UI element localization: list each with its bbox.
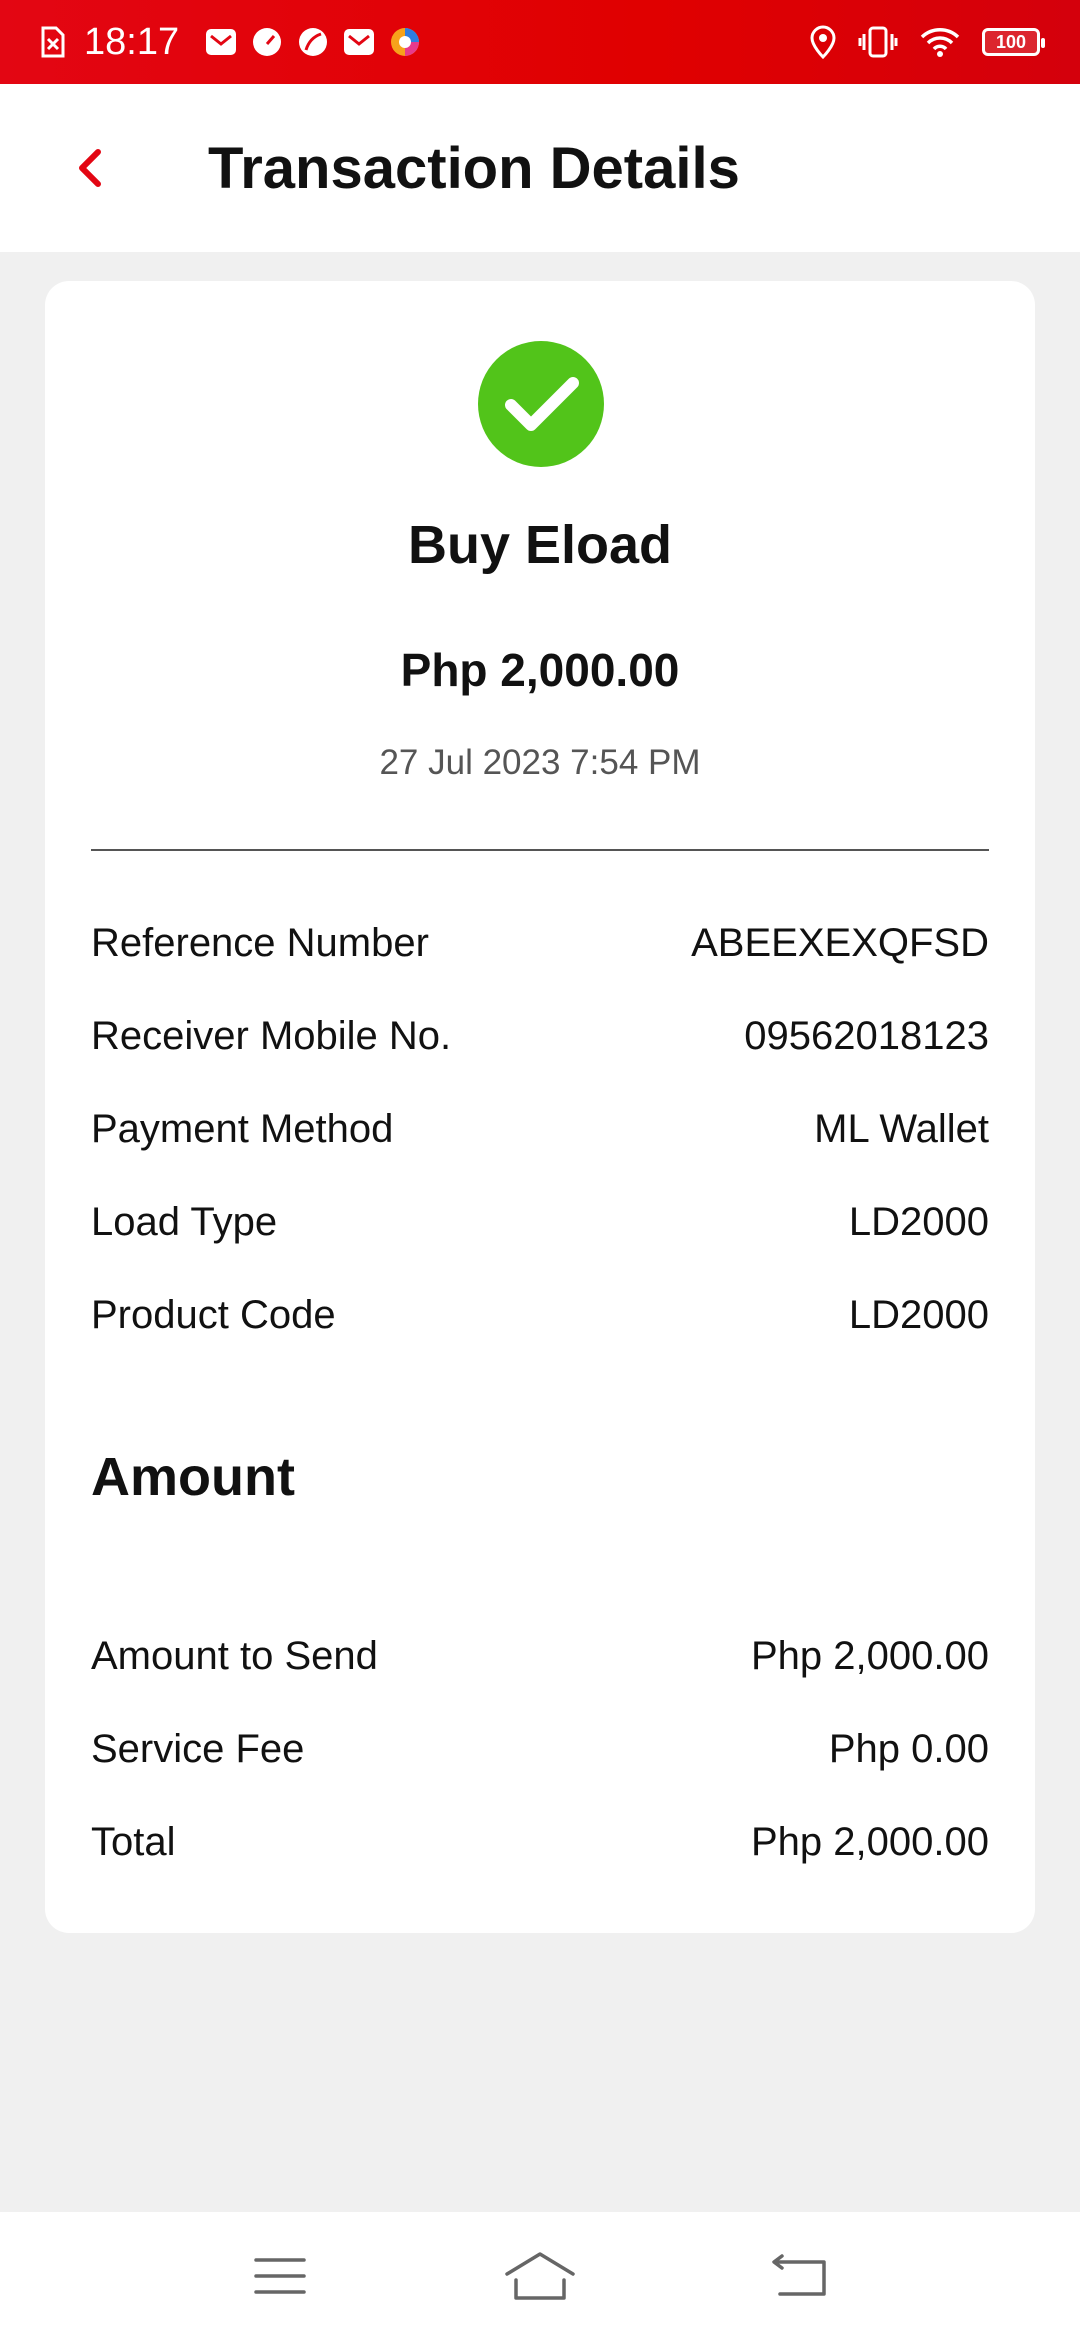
page-title: Transaction Details xyxy=(208,135,740,201)
detail-value: LD2000 xyxy=(848,1293,989,1337)
speed-icon xyxy=(251,26,283,58)
vibrate-icon xyxy=(858,26,898,58)
status-time: 18:17 xyxy=(84,20,180,63)
detail-value: ABEEXEXQFSD xyxy=(691,921,989,965)
detail-value: ML Wallet xyxy=(814,1107,989,1151)
leaf-icon xyxy=(297,26,329,58)
detail-label: Payment Method xyxy=(91,1107,394,1151)
check-circle-icon xyxy=(478,341,604,467)
detail-label: Load Type xyxy=(91,1200,278,1244)
amount-label: Amount to Send xyxy=(91,1634,378,1678)
detail-row-load-type: Load Type LD2000 xyxy=(91,1176,989,1269)
browser-icon xyxy=(389,26,421,58)
detail-row-product-code: Product Code LD2000 xyxy=(91,1269,989,1362)
amount-row-service-fee: Service Fee Php 0.00 xyxy=(91,1703,989,1796)
back-nav-button[interactable] xyxy=(745,2236,855,2316)
amount-label: Total xyxy=(91,1820,176,1864)
home-icon xyxy=(505,2252,575,2300)
detail-value: 09562018123 xyxy=(744,1014,989,1058)
status-bar: 18:17 100 xyxy=(0,0,1080,84)
system-nav-bar xyxy=(0,2212,1080,2340)
battery-icon: 100 xyxy=(982,28,1045,56)
mail-icon xyxy=(205,26,237,58)
status-right: 100 xyxy=(810,25,1045,59)
location-icon xyxy=(810,25,836,59)
detail-value: LD2000 xyxy=(848,1200,989,1244)
amount-row-total: Total Php 2,000.00 xyxy=(91,1796,989,1889)
detail-row-reference: Reference Number ABEEXEXQFSD xyxy=(91,897,989,990)
amount-value: Php 2,000.00 xyxy=(751,1820,989,1864)
transaction-type: Buy Eload xyxy=(407,515,673,575)
sim-error-icon xyxy=(40,26,66,58)
amount-row-send: Amount to Send Php 2,000.00 xyxy=(91,1610,989,1703)
detail-label: Reference Number xyxy=(91,921,429,965)
menu-icon xyxy=(254,2258,306,2294)
detail-label: Receiver Mobile No. xyxy=(91,1014,452,1058)
chevron-left-icon xyxy=(79,149,101,187)
status-left: 18:17 xyxy=(40,21,421,64)
back-icon xyxy=(772,2254,826,2296)
amount-value: Php 0.00 xyxy=(828,1727,989,1771)
back-button[interactable] xyxy=(0,84,180,252)
recents-button[interactable] xyxy=(225,2236,335,2316)
mail-icon xyxy=(343,26,375,58)
transaction-amount: Php 2,000.00 xyxy=(400,644,680,696)
divider xyxy=(91,849,989,851)
amount-section-heading: Amount xyxy=(91,1447,295,1507)
transaction-card: Buy Eload Php 2,000.00 27 Jul 2023 7:54 … xyxy=(45,281,1035,1933)
app-header: Transaction Details xyxy=(0,84,1080,252)
wifi-icon xyxy=(920,26,960,58)
home-button[interactable] xyxy=(485,2236,595,2316)
detail-label: Product Code xyxy=(91,1293,336,1337)
amount-label: Service Fee xyxy=(91,1727,305,1771)
amount-value: Php 2,000.00 xyxy=(751,1634,989,1678)
detail-row-receiver: Receiver Mobile No. 09562018123 xyxy=(91,990,989,1083)
transaction-date: 27 Jul 2023 7:54 PM xyxy=(379,743,701,782)
details-list: Reference Number ABEEXEXQFSD Receiver Mo… xyxy=(91,897,989,1362)
amount-list: Amount to Send Php 2,000.00 Service Fee … xyxy=(91,1610,989,1889)
detail-row-payment-method: Payment Method ML Wallet xyxy=(91,1083,989,1176)
